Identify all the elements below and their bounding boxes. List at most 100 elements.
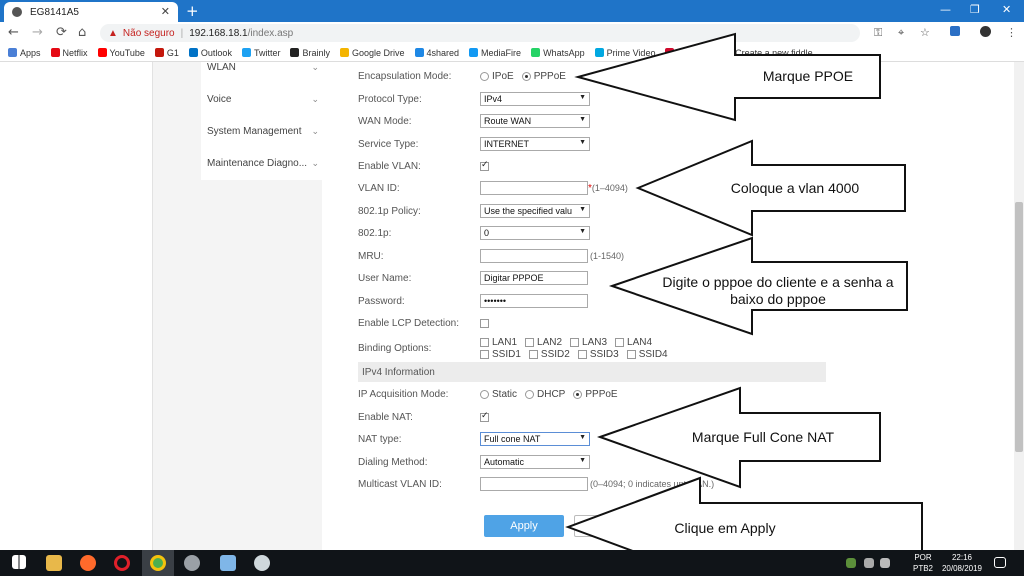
page-scrollbar[interactable] [1014, 62, 1024, 550]
back-button[interactable]: ← [8, 25, 19, 40]
profile-avatar[interactable] [980, 26, 991, 37]
sidebar-item-maintenance[interactable]: Maintenance Diagno... ⌄ [207, 152, 323, 174]
bookmark-item[interactable]: Brainly [290, 48, 330, 58]
opera-icon[interactable] [114, 555, 130, 571]
lcp-detection-label: Enable LCP Detection: [358, 317, 459, 329]
apply-button[interactable]: Apply [484, 515, 564, 537]
multicast-vlan-row: Multicast VLAN ID: (0–4094; 0 indicates … [358, 474, 828, 494]
bookmark-item[interactable]: Outlook [188, 48, 232, 58]
address-separator: | [180, 27, 184, 39]
scrollbar-thumb[interactable] [1015, 202, 1023, 452]
lan-binding-checkbox-2[interactable]: LAN3 [570, 337, 607, 348]
vlan-id-input[interactable] [480, 181, 588, 195]
lan-binding-checkbox-1[interactable]: LAN2 [525, 337, 562, 348]
sidebar: WLAN ⌄ Voice ⌄ System Management ⌄ Maint… [152, 62, 323, 550]
dialing-method-select[interactable]: Automatic [480, 455, 590, 469]
ssid-binding-checkbox-3[interactable]: SSID4 [626, 349, 668, 360]
bookmark-star-icon[interactable]: ☆ [920, 26, 930, 39]
home-button[interactable]: ⌂ [78, 25, 86, 40]
policy-8021p-select[interactable]: Use the specified valu [480, 204, 590, 218]
sidebar-item-voice[interactable]: Voice ⌄ [207, 88, 323, 110]
ip-static-radio[interactable]: Static [480, 389, 517, 400]
network-app-icon[interactable] [220, 555, 236, 571]
paint-app-icon[interactable] [254, 555, 270, 571]
user-name-input[interactable]: Digitar PPPOE [480, 271, 588, 285]
bookmark-label: Twitter [253, 47, 281, 58]
bookmark-item[interactable]: WhatsApp [531, 48, 585, 58]
file-explorer-icon[interactable] [46, 555, 62, 571]
sidebar-item-system-management[interactable]: System Management ⌄ [207, 120, 323, 142]
firefox-icon[interactable] [80, 555, 96, 571]
extension-icon[interactable] [950, 26, 960, 36]
multicast-vlan-input[interactable] [480, 477, 588, 491]
bookmark-item[interactable]: YouTube [97, 47, 145, 58]
wan-mode-select[interactable]: Route WAN [480, 114, 590, 128]
restore-button[interactable]: ❐ [970, 3, 980, 16]
minimize-button[interactable]: — [940, 3, 951, 16]
bookmark-favicon-icon [241, 48, 251, 57]
network-tray-icon[interactable] [864, 558, 874, 568]
service-type-row: Service Type: INTERNET [358, 134, 828, 154]
reload-button[interactable]: ⟳ [56, 25, 67, 40]
translate-icon[interactable]: ⌖ [898, 26, 904, 40]
clock[interactable]: 22:16 20/08/2019 [938, 552, 986, 574]
chrome-menu-icon[interactable]: ⋮ [1006, 26, 1017, 39]
bookmark-item[interactable]: HUAWEI [665, 48, 713, 58]
bookmark-item[interactable]: Twitter [241, 47, 281, 58]
cancel-button[interactable] [574, 515, 654, 537]
lan-binding-checkbox-3[interactable]: LAN4 [615, 337, 652, 348]
bookmark-favicon-icon [531, 48, 541, 57]
encap-pppoe-radio[interactable]: PPPoE [521, 71, 566, 82]
p-8021p-select[interactable]: 0 [480, 226, 590, 240]
mru-input[interactable] [480, 249, 588, 263]
address-bar[interactable]: ▲ Não seguro | 192.168.18.1 /index.asp [100, 24, 860, 42]
ssid-binding-checkbox-0[interactable]: SSID1 [480, 349, 521, 360]
window-close-button[interactable]: ✕ [1002, 3, 1011, 16]
lcp-detection-checkbox[interactable] [480, 318, 489, 328]
bookmark-item[interactable]: G1 [154, 48, 179, 58]
password-input[interactable]: ••••••• [480, 294, 588, 308]
ip-acquisition-label: IP Acquisition Mode: [358, 388, 449, 400]
tab-close-icon[interactable]: ✕ [161, 5, 170, 18]
ip-pppoe-radio[interactable]: PPPoE [573, 389, 618, 400]
language-indicator[interactable]: POR PTB2 [908, 552, 938, 574]
protocol-type-select[interactable]: IPv4 [480, 92, 590, 106]
chevron-down-icon: ⌄ [311, 157, 319, 168]
new-tab-button[interactable]: + [186, 2, 199, 20]
notifications-icon[interactable] [994, 557, 1006, 568]
bookmark-favicon-icon [469, 48, 479, 57]
chevron-down-icon: ⌄ [311, 93, 319, 104]
tray-app-icon[interactable] [846, 558, 856, 568]
bookmark-label: YouTube [109, 47, 145, 58]
windows-start-icon[interactable] [12, 555, 26, 569]
volume-icon[interactable] [880, 558, 890, 568]
enable-vlan-checkbox[interactable] [480, 160, 489, 171]
encap-ipoe-radio[interactable]: IPoE [480, 71, 514, 82]
bookmark-item[interactable]: 4shared [414, 48, 459, 58]
key-icon[interactable]: ⚿ [874, 26, 882, 40]
nat-type-select[interactable]: Full cone NAT [480, 432, 590, 446]
chrome-icon[interactable] [150, 555, 166, 571]
bookmark-label: MediaFire [481, 47, 522, 58]
protocol-type-label: Protocol Type: [358, 93, 422, 105]
bookmark-item[interactable]: Prime Video [594, 47, 656, 58]
forward-button[interactable]: → [32, 25, 43, 40]
bookmarks-bar: Apps Netflix YouTube G1 Outlook Twitter Brainl… [0, 44, 1024, 62]
sidebar-item-wlan[interactable]: WLAN ⌄ [207, 62, 323, 78]
bookmark-item[interactable]: Create a new fiddle... [723, 48, 820, 58]
browser-tab[interactable]: EG8141A5 ✕ [4, 2, 178, 22]
bookmark-item[interactable]: MediaFire [469, 48, 521, 58]
service-type-select[interactable]: INTERNET [480, 137, 590, 151]
enable-nat-checkbox[interactable] [480, 411, 489, 422]
ssid-binding-checkbox-1[interactable]: SSID2 [528, 349, 570, 360]
ip-dhcp-radio[interactable]: DHCP [525, 389, 565, 400]
bookmark-label: Prime Video [606, 47, 656, 58]
wan-config-form: Encapsulation Mode: IPoE PPPoE Protocol … [322, 62, 826, 550]
bookmark-item[interactable]: Apps [8, 48, 41, 58]
bookmark-item[interactable]: Google Drive [339, 48, 405, 58]
lan-binding-checkbox-0[interactable]: LAN1 [480, 337, 517, 348]
ssid-binding-checkbox-2[interactable]: SSID3 [577, 349, 619, 360]
bookmark-item[interactable]: Netflix [50, 48, 88, 58]
settings-gear-icon[interactable] [184, 555, 200, 571]
security-label[interactable]: Não seguro [123, 28, 175, 39]
